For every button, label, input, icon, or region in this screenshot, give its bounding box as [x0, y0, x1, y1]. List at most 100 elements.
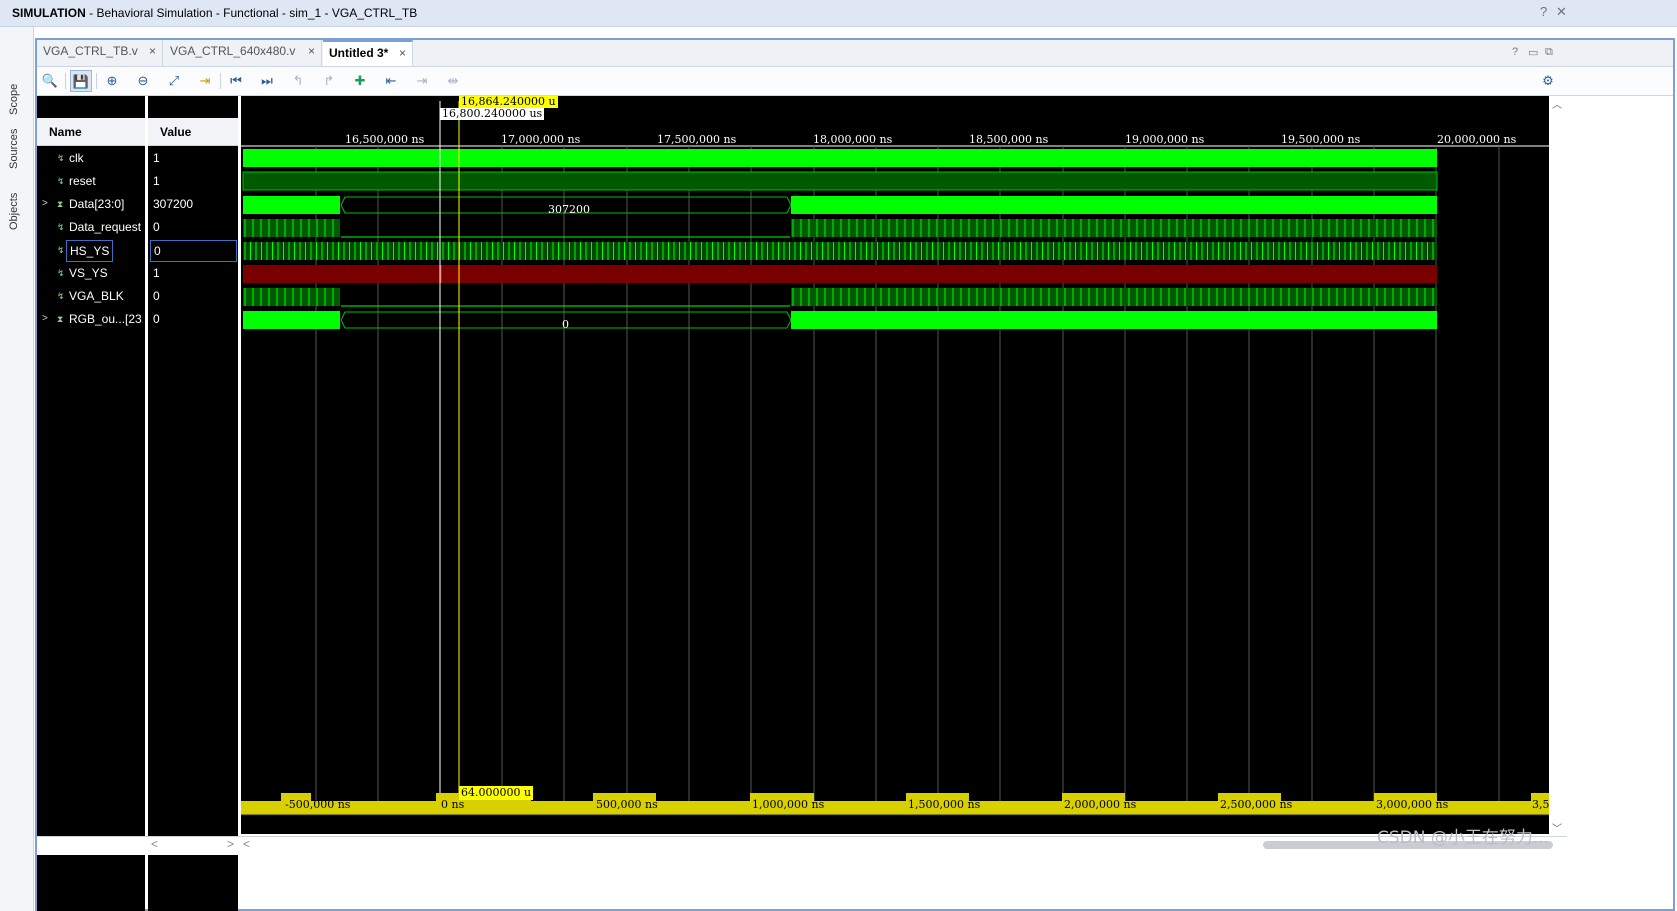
side-tab-scope[interactable]: Scope [8, 84, 20, 115]
signal-value-data-request: 0 [153, 220, 160, 234]
search-icon[interactable]: 🔍 [39, 70, 61, 92]
float-icon[interactable]: ⧉ [1545, 46, 1553, 59]
bottom-ruler-tick: 0 ns [441, 798, 465, 811]
wave-clk [243, 149, 1437, 167]
gear-icon[interactable]: ⚙ [1537, 70, 1559, 92]
chevron-left-icon[interactable]: < [151, 837, 158, 851]
go-to-time-zero-icon[interactable]: ⏮ [225, 70, 247, 92]
name-column-header[interactable]: Name [37, 118, 145, 146]
wire-icon: ↯ [57, 268, 65, 278]
signal-name-reset[interactable]: reset [69, 171, 96, 191]
chevron-right-icon[interactable]: > [227, 837, 234, 851]
close-icon[interactable]: × [149, 40, 156, 62]
title-bar: SIMULATION - Behavioral Simulation - Fun… [0, 0, 1677, 27]
wave-hs-ys [243, 242, 1437, 260]
tab-label: VGA_CTRL_TB.v [43, 44, 138, 58]
signal-name-vs-ys[interactable]: VS_YS [69, 263, 108, 283]
wave-data-request-b [791, 219, 1437, 237]
bottom-ruler-tick: 500,000 ns [596, 798, 658, 811]
editor-tab-bar: VGA_CTRL_TB.v × VGA_CTRL_640x480.v × Untit… [37, 40, 1673, 67]
wave-vga-blk-b [791, 288, 1437, 306]
tab-vga-ctrl-640x480[interactable]: VGA_CTRL_640x480.v × [164, 40, 322, 66]
chevron-down-icon[interactable]: ﹀ [1552, 820, 1562, 835]
bus-icon: ⧗ [57, 314, 64, 324]
ruler-tick: 19,000,000 ns [1125, 133, 1205, 146]
mode-label: SIMULATION [12, 6, 86, 20]
help-icon[interactable]: ? [1512, 46, 1518, 58]
bottom-ruler-tick: 3,000,000 ns [1376, 798, 1449, 811]
restore-icon[interactable]: ▭ [1528, 46, 1538, 59]
vertical-scrollbar[interactable]: ︿ ﹀ [1550, 96, 1564, 835]
toolbar-separator [96, 73, 97, 89]
side-panel-strip: Scope Sources Objects [0, 27, 34, 911]
ruler-tick: 17,000,000 ns [501, 133, 581, 146]
cursor-delta: 64.000000 u [459, 786, 534, 800]
tab-label: VGA_CTRL_640x480.v [170, 44, 296, 58]
wire-icon: ↯ [57, 153, 65, 163]
data-bus-value: 307200 [548, 203, 590, 216]
ruler-tick: 16,500,000 ns [345, 133, 425, 146]
horizontal-scrollbar[interactable]: < > < [37, 836, 1567, 855]
toolbar-separator [220, 73, 221, 89]
signal-value-hs-ys: 0 [150, 240, 237, 262]
signal-value-vs-ys: 1 [153, 266, 160, 280]
close-icon[interactable]: ✕ [1556, 4, 1567, 20]
bottom-ruler-tick: -500,000 ns [285, 798, 351, 811]
bottom-ruler-tick: 2,000,000 ns [1064, 798, 1137, 811]
side-tab-sources[interactable]: Sources [8, 129, 20, 169]
side-tab-objects[interactable]: Objects [8, 193, 20, 230]
zoom-out-icon[interactable]: ⊖ [132, 70, 154, 92]
zoom-in-icon[interactable]: ⊕ [101, 70, 123, 92]
signal-name-rgb-out[interactable]: RGB_ou...[23:0] [69, 309, 143, 329]
add-marker-icon[interactable]: ✚ [349, 70, 371, 92]
help-icon[interactable]: ? [1540, 4, 1547, 19]
tab-vga-ctrl-tb[interactable]: VGA_CTRL_TB.v × [37, 40, 163, 66]
wire-icon: ↯ [57, 222, 65, 232]
signal-value-pane [148, 96, 238, 911]
wave-data-seg3 [791, 196, 1437, 214]
tab-label: Untitled 3* [329, 46, 389, 60]
waveform-toolbar: 🔍 💾 ⊕ ⊖ ⤢ ⇥ ⏮ ⏭ ↰ ↱ ✚ ⇤ ⇥ ⇹ ⚙ [37, 67, 1673, 96]
signal-value-data: 307200 [153, 197, 194, 211]
signal-value-vga-blk: 0 [153, 289, 160, 303]
wave-vs-ys [243, 265, 1437, 283]
waveform-svg [241, 101, 1549, 816]
previous-marker-icon[interactable]: ⇤ [380, 70, 402, 92]
next-transition-icon[interactable]: ↱ [318, 70, 340, 92]
ruler-tick: 18,000,000 ns [813, 133, 893, 146]
ruler-tick: 17,500,000 ns [657, 133, 737, 146]
toolbar-separator [65, 73, 66, 89]
zoom-fit-icon[interactable]: ⤢ [163, 70, 185, 92]
signal-name-data-request[interactable]: Data_request [69, 217, 141, 237]
title-text: - Behavioral Simulation - Functional - s… [85, 6, 418, 20]
signal-name-data[interactable]: Data[23:0] [69, 194, 124, 214]
bus-icon: ⧗ [57, 199, 64, 209]
swap-cursors-icon[interactable]: ⇹ [442, 70, 464, 92]
previous-transition-icon[interactable]: ↰ [287, 70, 309, 92]
wave-reset [242, 171, 1438, 191]
secondary-cursor-time[interactable]: 16,800.240000 us [440, 108, 545, 120]
next-marker-icon[interactable]: ⇥ [411, 70, 433, 92]
signal-name-vga-blk[interactable]: VGA_BLK [69, 286, 124, 306]
waveform-canvas[interactable]: 16,500,000 ns 17,000,000 ns 17,500,000 n… [241, 96, 1549, 834]
signal-value-reset: 1 [153, 174, 160, 188]
go-to-cursor-icon[interactable]: ⇥ [194, 70, 216, 92]
chevron-left-icon[interactable]: < [243, 837, 250, 851]
ruler-tick: 19,500,000 ns [1281, 133, 1361, 146]
bottom-time-band [241, 801, 1549, 815]
chevron-up-icon[interactable]: ︿ [1552, 96, 1562, 111]
bottom-ruler-tick: 2,500,000 ns [1220, 798, 1293, 811]
wire-icon: ↯ [57, 291, 65, 301]
signal-name-hs-ys[interactable]: HS_YS [66, 240, 114, 262]
watermark: CSDN @小王在努力... [1377, 828, 1550, 848]
chevron-right-icon[interactable]: > [42, 313, 48, 324]
signal-name-clk[interactable]: clk [69, 148, 84, 168]
tab-untitled-3[interactable]: Untitled 3* × [323, 40, 413, 66]
bottom-ruler-tick: 1,000,000 ns [752, 798, 825, 811]
close-icon[interactable]: × [399, 42, 406, 64]
value-column-header[interactable]: Value [148, 118, 238, 146]
close-icon[interactable]: × [308, 40, 315, 62]
save-icon[interactable]: 💾 [70, 70, 92, 92]
go-to-last-time-icon[interactable]: ⏭ [256, 70, 278, 92]
chevron-right-icon[interactable]: > [42, 198, 48, 209]
